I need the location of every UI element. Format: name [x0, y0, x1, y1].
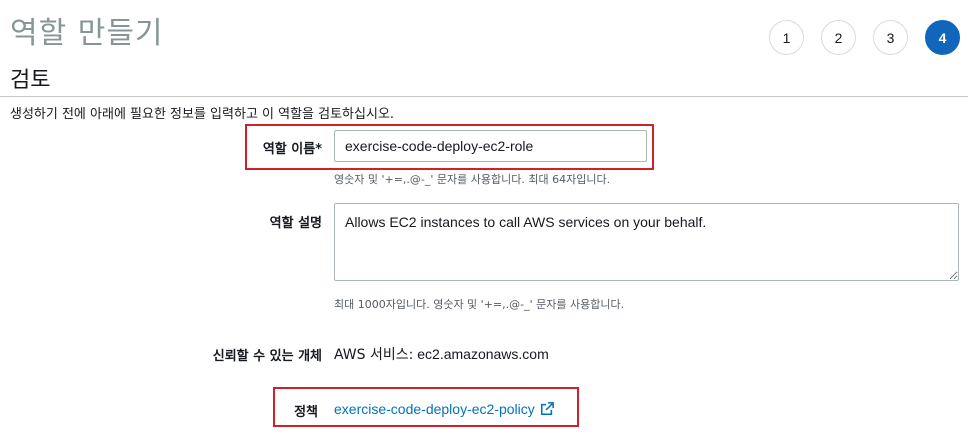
wizard-steps: 1 2 3 4 — [769, 20, 968, 55]
trusted-entity-value: AWS 서비스: ec2.amazonaws.com — [334, 344, 549, 364]
create-role-page: 역할 만들기 1 2 3 4 검토 생성하기 전에 아래에 필요한 정보를 입력… — [0, 0, 968, 438]
policy-label: 정책 — [294, 405, 318, 420]
section-description: 생성하기 전에 아래에 필요한 정보를 입력하고 이 역할을 검토하십시오. — [10, 107, 395, 122]
external-link-icon — [540, 402, 554, 416]
trusted-entity-service: ec2.amazonaws.com — [417, 346, 549, 362]
trusted-entity-label: 신뢰할 수 있는 개체 — [212, 349, 322, 364]
policy-link-text: exercise-code-deploy-ec2-policy — [334, 401, 535, 417]
role-name-label: 역할 이름* — [262, 142, 322, 157]
role-description-label: 역할 설명 — [269, 216, 322, 231]
role-name-hint: 영숫자 및 '+=,.@-_' 문자를 사용합니다. 최대 64자입니다. — [334, 173, 611, 186]
role-description-textarea[interactable]: Allows EC2 instances to call AWS service… — [334, 203, 959, 281]
step-1-button[interactable]: 1 — [769, 20, 804, 55]
role-description-hint: 최대 1000자입니다. 영숫자 및 '+=,.@-_' 문자를 사용합니다. — [334, 298, 625, 311]
trusted-entity-prefix: AWS 서비스: — [334, 347, 414, 363]
step-4-button[interactable]: 4 — [925, 20, 960, 55]
step-3-button[interactable]: 3 — [873, 20, 908, 55]
policy-link[interactable]: exercise-code-deploy-ec2-policy — [334, 401, 554, 417]
section-divider — [0, 96, 968, 97]
step-2-button[interactable]: 2 — [821, 20, 856, 55]
page-title: 역할 만들기 — [10, 16, 164, 51]
section-title: 검토 — [10, 68, 51, 93]
role-name-input[interactable] — [334, 130, 647, 162]
